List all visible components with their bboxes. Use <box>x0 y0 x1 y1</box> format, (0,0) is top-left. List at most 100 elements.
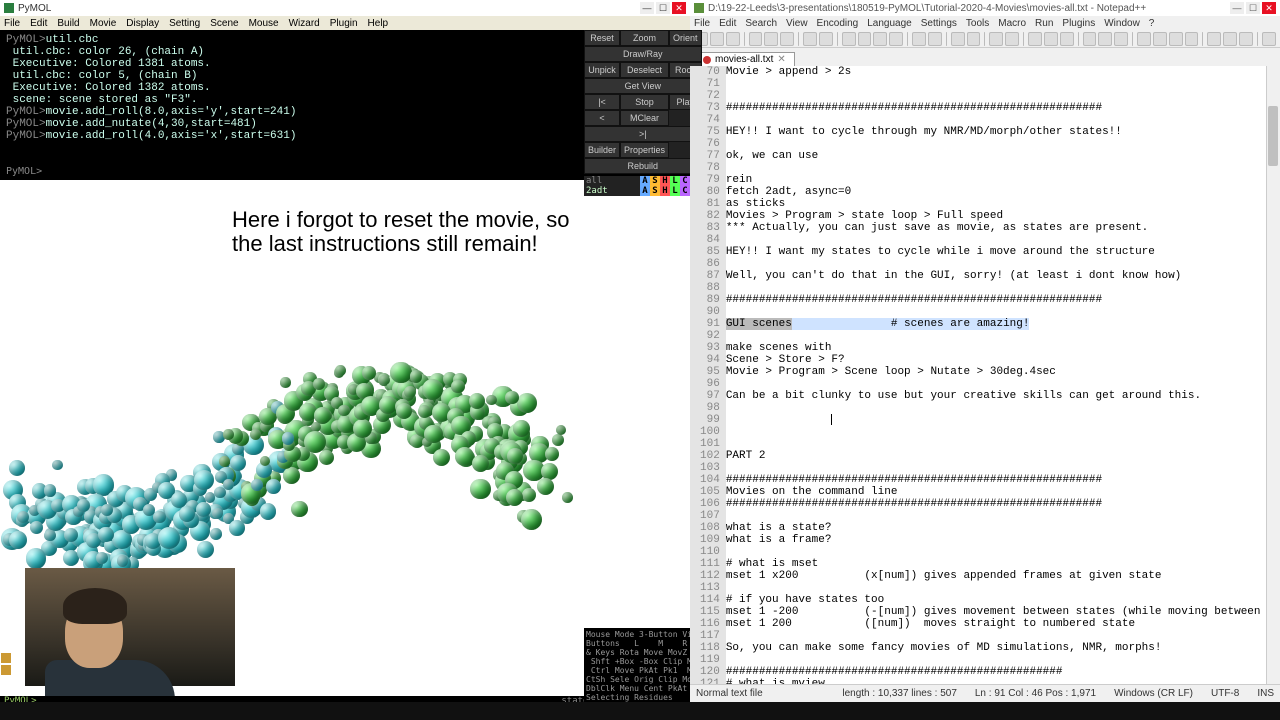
toolbar-button[interactable] <box>1098 32 1112 46</box>
toolbar-button[interactable] <box>1060 32 1074 46</box>
scrollbar-thumb[interactable] <box>1268 106 1278 166</box>
npp-menu-search[interactable]: Search <box>745 18 777 29</box>
side-deselect[interactable]: Deselect <box>620 62 669 78</box>
toolbar-button[interactable] <box>1044 32 1058 46</box>
npp-close-button[interactable]: ✕ <box>1262 2 1276 14</box>
tab-label: movies-all.txt <box>715 54 773 65</box>
molecule-render[interactable] <box>18 360 568 580</box>
side--[interactable]: >| <box>584 126 702 142</box>
toolbar-button[interactable] <box>1083 32 1097 46</box>
toolbar-button[interactable] <box>912 32 926 46</box>
toolbar-button[interactable] <box>1153 32 1167 46</box>
side-unpick[interactable]: Unpick <box>584 62 620 78</box>
side-orient[interactable]: Orient <box>669 30 702 46</box>
toolbar-button[interactable] <box>710 32 724 46</box>
tab-close-icon[interactable]: ✕ <box>777 54 785 65</box>
npp-menu-tools[interactable]: Tools <box>966 18 989 29</box>
menu-setting[interactable]: Setting <box>169 18 200 29</box>
line-gutter[interactable]: 7071727374757677787980818283848586878889… <box>690 66 726 684</box>
toolbar-button[interactable] <box>1028 32 1042 46</box>
toolbar-separator <box>744 32 745 46</box>
npp-menubar[interactable]: File Edit Search View Encoding Language Settin… <box>690 16 1280 30</box>
pymol-viewport[interactable]: Here i forgot to reset the movie, sothe … <box>0 180 690 702</box>
npp-menu-macro[interactable]: Macro <box>998 18 1026 29</box>
toolbar-button[interactable] <box>1005 32 1019 46</box>
npp-tabbar[interactable]: movies-all.txt ✕ <box>690 48 1280 66</box>
npp-menu-?[interactable]: ? <box>1149 18 1155 29</box>
menu-edit[interactable]: Edit <box>30 18 47 29</box>
side-reset[interactable]: Reset <box>584 30 620 46</box>
toolbar-button[interactable] <box>928 32 942 46</box>
windows-taskbar[interactable] <box>0 702 1280 720</box>
menu-help[interactable]: Help <box>368 18 389 29</box>
npp-editor[interactable]: 7071727374757677787980818283848586878889… <box>690 66 1280 684</box>
status-encoding: UTF-8 <box>1211 688 1239 699</box>
menu-wizard[interactable]: Wizard <box>289 18 320 29</box>
toolbar-button[interactable] <box>989 32 1003 46</box>
toolbar-button[interactable] <box>967 32 981 46</box>
menu-display[interactable]: Display <box>126 18 159 29</box>
toolbar-button[interactable] <box>1239 32 1253 46</box>
toolbar-button[interactable] <box>951 32 965 46</box>
minimize-button[interactable]: — <box>640 2 654 14</box>
close-button[interactable]: ✕ <box>672 2 686 14</box>
npp-menu-window[interactable]: Window <box>1104 18 1140 29</box>
side--[interactable]: |< <box>584 94 620 110</box>
toolbar-separator <box>1023 32 1024 46</box>
toolbar-button[interactable] <box>819 32 833 46</box>
toolbar-button[interactable] <box>1223 32 1237 46</box>
side-draw-ray[interactable]: Draw/Ray <box>584 46 702 62</box>
npp-titlebar[interactable]: D:\19-22-Leeds\3-presentations\180519-Py… <box>690 0 1280 16</box>
npp-maximize-button[interactable]: ☐ <box>1246 2 1260 14</box>
npp-minimize-button[interactable]: — <box>1230 2 1244 14</box>
object-list[interactable]: allASHLC2adtASHLC <box>584 176 690 196</box>
toolbar-button[interactable] <box>842 32 856 46</box>
code-area[interactable]: Movie > append > 2s#####################… <box>726 66 1280 684</box>
toolbar-button[interactable] <box>803 32 817 46</box>
toolbar-button[interactable] <box>1185 32 1199 46</box>
menu-movie[interactable]: Movie <box>90 18 117 29</box>
npp-toolbar[interactable] <box>690 30 1280 48</box>
toolbar-button[interactable] <box>764 32 778 46</box>
toolbar-button[interactable] <box>889 32 903 46</box>
menu-scene[interactable]: Scene <box>210 18 238 29</box>
side-get-view[interactable]: Get View <box>584 78 702 94</box>
toolbar-button[interactable] <box>1114 32 1128 46</box>
toolbar-button[interactable] <box>726 32 740 46</box>
file-tab[interactable]: movies-all.txt ✕ <box>694 52 795 66</box>
toolbar-button[interactable] <box>1207 32 1221 46</box>
toolbar-separator <box>798 32 799 46</box>
npp-menu-encoding[interactable]: Encoding <box>817 18 859 29</box>
side-rebuild[interactable]: Rebuild <box>584 158 702 174</box>
side--[interactable]: < <box>584 110 620 126</box>
toolbar-button[interactable] <box>858 32 872 46</box>
npp-menu-view[interactable]: View <box>786 18 808 29</box>
npp-menu-plugins[interactable]: Plugins <box>1062 18 1095 29</box>
side-properties[interactable]: Properties <box>620 142 669 158</box>
toolbar-button[interactable] <box>749 32 763 46</box>
menu-mouse[interactable]: Mouse <box>249 18 279 29</box>
npp-menu-run[interactable]: Run <box>1035 18 1053 29</box>
side-builder[interactable]: Builder <box>584 142 620 158</box>
side-stop[interactable]: Stop <box>620 94 669 110</box>
toolbar-button[interactable] <box>1169 32 1183 46</box>
side-zoom[interactable]: Zoom <box>620 30 669 46</box>
pymol-titlebar[interactable]: PyMOL — ☐ ✕ <box>0 0 690 16</box>
toolbar-button[interactable] <box>1262 32 1276 46</box>
toolbar-button[interactable] <box>873 32 887 46</box>
npp-menu-file[interactable]: File <box>694 18 710 29</box>
npp-menu-language[interactable]: Language <box>867 18 912 29</box>
npp-icon <box>694 3 704 13</box>
pymol-menubar[interactable]: File Edit Build Movie Display Setting Scene Mou… <box>0 16 690 30</box>
maximize-button[interactable]: ☐ <box>656 2 670 14</box>
corner-icons[interactable] <box>0 652 12 676</box>
toolbar-button[interactable] <box>780 32 794 46</box>
npp-menu-edit[interactable]: Edit <box>719 18 736 29</box>
menu-file[interactable]: File <box>4 18 20 29</box>
editor-scrollbar[interactable] <box>1266 66 1280 684</box>
toolbar-button[interactable] <box>1137 32 1151 46</box>
side-mclear[interactable]: MClear <box>620 110 669 126</box>
npp-menu-settings[interactable]: Settings <box>921 18 957 29</box>
menu-build[interactable]: Build <box>57 18 79 29</box>
menu-plugin[interactable]: Plugin <box>330 18 358 29</box>
